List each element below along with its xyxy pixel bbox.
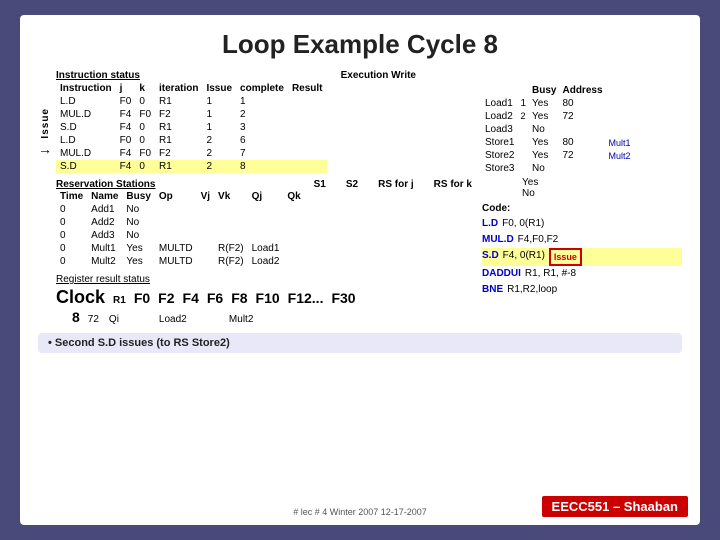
ba-row: Load3No bbox=[482, 123, 634, 136]
execution-write-header: Execution Write bbox=[341, 70, 416, 81]
rs-row: 0Mult1YesMULTDR(F2)Load1 bbox=[56, 242, 305, 255]
table-row: MUL.DF4F0F212 bbox=[56, 108, 327, 121]
slide-container: Loop Example Cycle 8 Issue → Instruction… bbox=[20, 15, 700, 525]
code-line-3: S.D F4, 0(R1) Issue bbox=[482, 248, 682, 266]
rs-row: 0Add3No bbox=[56, 229, 305, 242]
yes-no-label: Yes No bbox=[522, 177, 682, 199]
instruction-table: Instruction j k iteration Issue complete… bbox=[56, 82, 327, 173]
f30-col: F30 bbox=[331, 290, 355, 306]
code-line-5: BNE R1,R2,loop bbox=[482, 282, 682, 298]
ba-row: Store1Yes80Mult1 bbox=[482, 136, 634, 149]
rs-row: 0Add1No bbox=[56, 203, 305, 216]
eecc-box: EECC551 – Shaaban bbox=[542, 496, 688, 517]
code-section: Code: L.D F0, 0(R1) MUL.D F4,F0,F2 S.D F… bbox=[482, 203, 682, 298]
table-row: L.DF00R126 bbox=[56, 134, 327, 147]
code-label: Code: bbox=[482, 203, 682, 214]
code-line-1: L.D F0, 0(R1) bbox=[482, 216, 682, 232]
table-row: S.DF40R113 bbox=[56, 121, 327, 134]
issue-arrow-label: Issue bbox=[40, 108, 51, 139]
reg-result-label: Register result status bbox=[56, 274, 476, 285]
r1-label: R1 bbox=[113, 295, 126, 306]
rs-label: Reservation Stations bbox=[56, 179, 155, 190]
table-row: S.DF40R128 bbox=[56, 160, 327, 173]
col-result: Result bbox=[288, 82, 327, 95]
f2-col: F2 bbox=[158, 290, 174, 306]
eecc-label: EECC551 – Shaaban bbox=[552, 499, 678, 514]
arrow-down: → bbox=[38, 141, 52, 157]
instruction-status-label: Instruction status bbox=[56, 70, 140, 81]
ba-row: Store3No bbox=[482, 162, 634, 175]
clock-val: 8 bbox=[72, 309, 80, 325]
busy-addr-table: BusyAddress Load11Yes80 Load22Yes72 Load… bbox=[482, 84, 634, 175]
table-row: L.DF00R111 bbox=[56, 95, 327, 108]
ba-row: Load22Yes72 bbox=[482, 110, 634, 123]
rs-row: 0Mult2YesMULTDR(F2)Load2 bbox=[56, 255, 305, 268]
rs-extra-headers: S1S2RS for jRS for k bbox=[314, 179, 472, 190]
slide-title: Loop Example Cycle 8 bbox=[38, 29, 682, 60]
code-line-4: DADDUI R1, R1, #-8 bbox=[482, 266, 682, 282]
f8-col: F8 bbox=[231, 290, 247, 306]
bottom-bullet: • Second S.D issues (to RS Store2) bbox=[38, 333, 682, 353]
code-line-2: MUL.D F4,F0,F2 bbox=[482, 232, 682, 248]
ba-row: Store2Yes72Mult2 bbox=[482, 149, 634, 162]
col-k: k bbox=[135, 82, 155, 95]
rs-table: TimeNameBusyOp VjVkQjQk 0Add1No 0Add2No … bbox=[56, 190, 305, 268]
f12-col: F12... bbox=[288, 290, 324, 306]
col-iteration: iteration bbox=[155, 82, 202, 95]
col-complete: complete bbox=[236, 82, 288, 95]
clock-label: Clock bbox=[56, 287, 105, 308]
qi-label: Qi bbox=[109, 314, 119, 325]
issue-box: Issue bbox=[549, 248, 582, 266]
col-issue: Issue bbox=[202, 82, 236, 95]
col-j: j bbox=[116, 82, 136, 95]
right-section: BusyAddress Load11Yes80 Load22Yes72 Load… bbox=[482, 70, 682, 325]
f2-val: Load2 bbox=[159, 314, 189, 325]
f4-col: F4 bbox=[183, 290, 199, 306]
f6-val: Mult2 bbox=[229, 314, 259, 325]
col-instruction: Instruction bbox=[56, 82, 116, 95]
ba-row: Load11Yes80 bbox=[482, 97, 634, 110]
rs-row: 0Add2No bbox=[56, 216, 305, 229]
footer-note: # lec # 4 Winter 2007 12-17-2007 bbox=[293, 507, 427, 517]
r1-val: 72 bbox=[88, 314, 99, 325]
table-row: MUL.DF4F0F227 bbox=[56, 147, 327, 160]
f10-col: F10 bbox=[256, 290, 280, 306]
f6-col: F6 bbox=[207, 290, 223, 306]
f0-col: F0 bbox=[134, 290, 150, 306]
